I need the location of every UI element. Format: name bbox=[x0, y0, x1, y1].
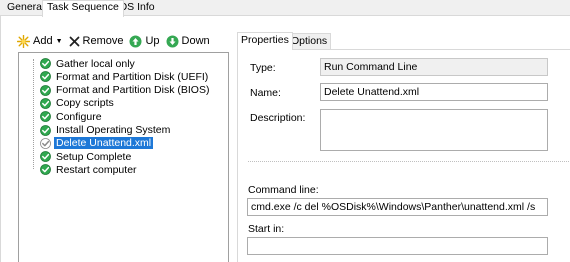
tree-item-label: Delete Unattend.xml bbox=[54, 137, 154, 150]
name-field[interactable]: Delete Unattend.xml bbox=[320, 83, 548, 101]
tree-item[interactable]: Setup Complete bbox=[40, 150, 133, 163]
check-icon bbox=[40, 84, 51, 96]
tree-item[interactable]: Install Operating System bbox=[40, 124, 172, 137]
check-icon bbox=[40, 137, 51, 149]
tree-item-label: Configure bbox=[56, 110, 102, 123]
check-icon bbox=[40, 71, 51, 83]
section-divider bbox=[248, 161, 570, 162]
up-label: Up bbox=[145, 35, 160, 47]
tree-item[interactable]: Delete Unattend.xml bbox=[40, 137, 154, 150]
tree-item-label: Format and Partition Disk (UEFI) bbox=[56, 70, 209, 83]
tab-task-sequence[interactable]: Task Sequence bbox=[42, 0, 124, 17]
tree-item[interactable]: Copy scripts bbox=[40, 97, 116, 110]
remove-x-icon bbox=[69, 36, 79, 46]
down-label: Down bbox=[181, 35, 210, 47]
properties-panel: Type: Run Command Line Name: Delete Unat… bbox=[237, 49, 570, 262]
tree-item[interactable]: Configure bbox=[40, 110, 104, 123]
tree-item-label: Setup Complete bbox=[56, 150, 132, 163]
start-in-field[interactable] bbox=[247, 237, 548, 255]
description-field[interactable] bbox=[320, 109, 548, 151]
name-label: Name: bbox=[250, 87, 281, 99]
task-sequence-panel: Add ▼ Remove Up Down Gather local only F… bbox=[0, 16, 570, 262]
check-icon bbox=[40, 164, 51, 176]
tree-item-label: Install Operating System bbox=[56, 124, 171, 136]
tree-item-label: Format and Partition Disk (BIOS) bbox=[56, 84, 210, 97]
tree-item[interactable]: Gather local only bbox=[40, 57, 137, 70]
tab-properties[interactable]: Properties bbox=[237, 32, 293, 50]
tree-item-label: Copy scripts bbox=[56, 97, 114, 110]
type-label: Type: bbox=[250, 62, 276, 74]
sequence-toolbar: Add ▼ Remove Up Down bbox=[17, 33, 216, 49]
description-label: Description: bbox=[250, 112, 306, 124]
command-line-field[interactable]: cmd.exe /c del %OSDisk%\Windows\Panther\… bbox=[247, 198, 548, 216]
tree-item-label: Restart computer bbox=[56, 163, 137, 176]
command-line-label: Command line: bbox=[248, 184, 319, 196]
tree-item[interactable]: Format and Partition Disk (UEFI) bbox=[40, 70, 210, 83]
arrow-down-icon bbox=[166, 35, 179, 47]
start-in-label: Start in: bbox=[248, 223, 285, 235]
tab-options[interactable]: Options bbox=[287, 33, 332, 49]
down-button[interactable]: Down bbox=[166, 35, 210, 48]
dropdown-arrow-icon[interactable]: ▼ bbox=[56, 38, 63, 45]
remove-button[interactable]: Remove bbox=[69, 35, 124, 47]
add-label: Add bbox=[33, 35, 53, 47]
tree-item[interactable]: Format and Partition Disk (BIOS) bbox=[40, 84, 211, 97]
check-icon bbox=[40, 58, 51, 69]
tree-item-label: Gather local only bbox=[56, 57, 135, 70]
check-icon bbox=[40, 111, 51, 123]
tree-item[interactable]: Restart computer bbox=[40, 163, 139, 176]
type-field: Run Command Line bbox=[320, 58, 548, 76]
add-sparkle-icon bbox=[17, 34, 30, 48]
task-sequence-tree[interactable]: Gather local only Format and Partition Di… bbox=[18, 52, 229, 262]
check-icon bbox=[40, 124, 51, 136]
add-button[interactable]: Add ▼ bbox=[17, 34, 63, 48]
check-icon bbox=[40, 97, 51, 109]
tree-connector bbox=[33, 59, 34, 169]
top-tab-strip: General Task Sequence OS Info bbox=[0, 0, 570, 17]
arrow-up-icon bbox=[129, 35, 142, 47]
check-icon bbox=[40, 151, 51, 162]
remove-label: Remove bbox=[82, 35, 124, 47]
up-button[interactable]: Up bbox=[129, 35, 160, 48]
